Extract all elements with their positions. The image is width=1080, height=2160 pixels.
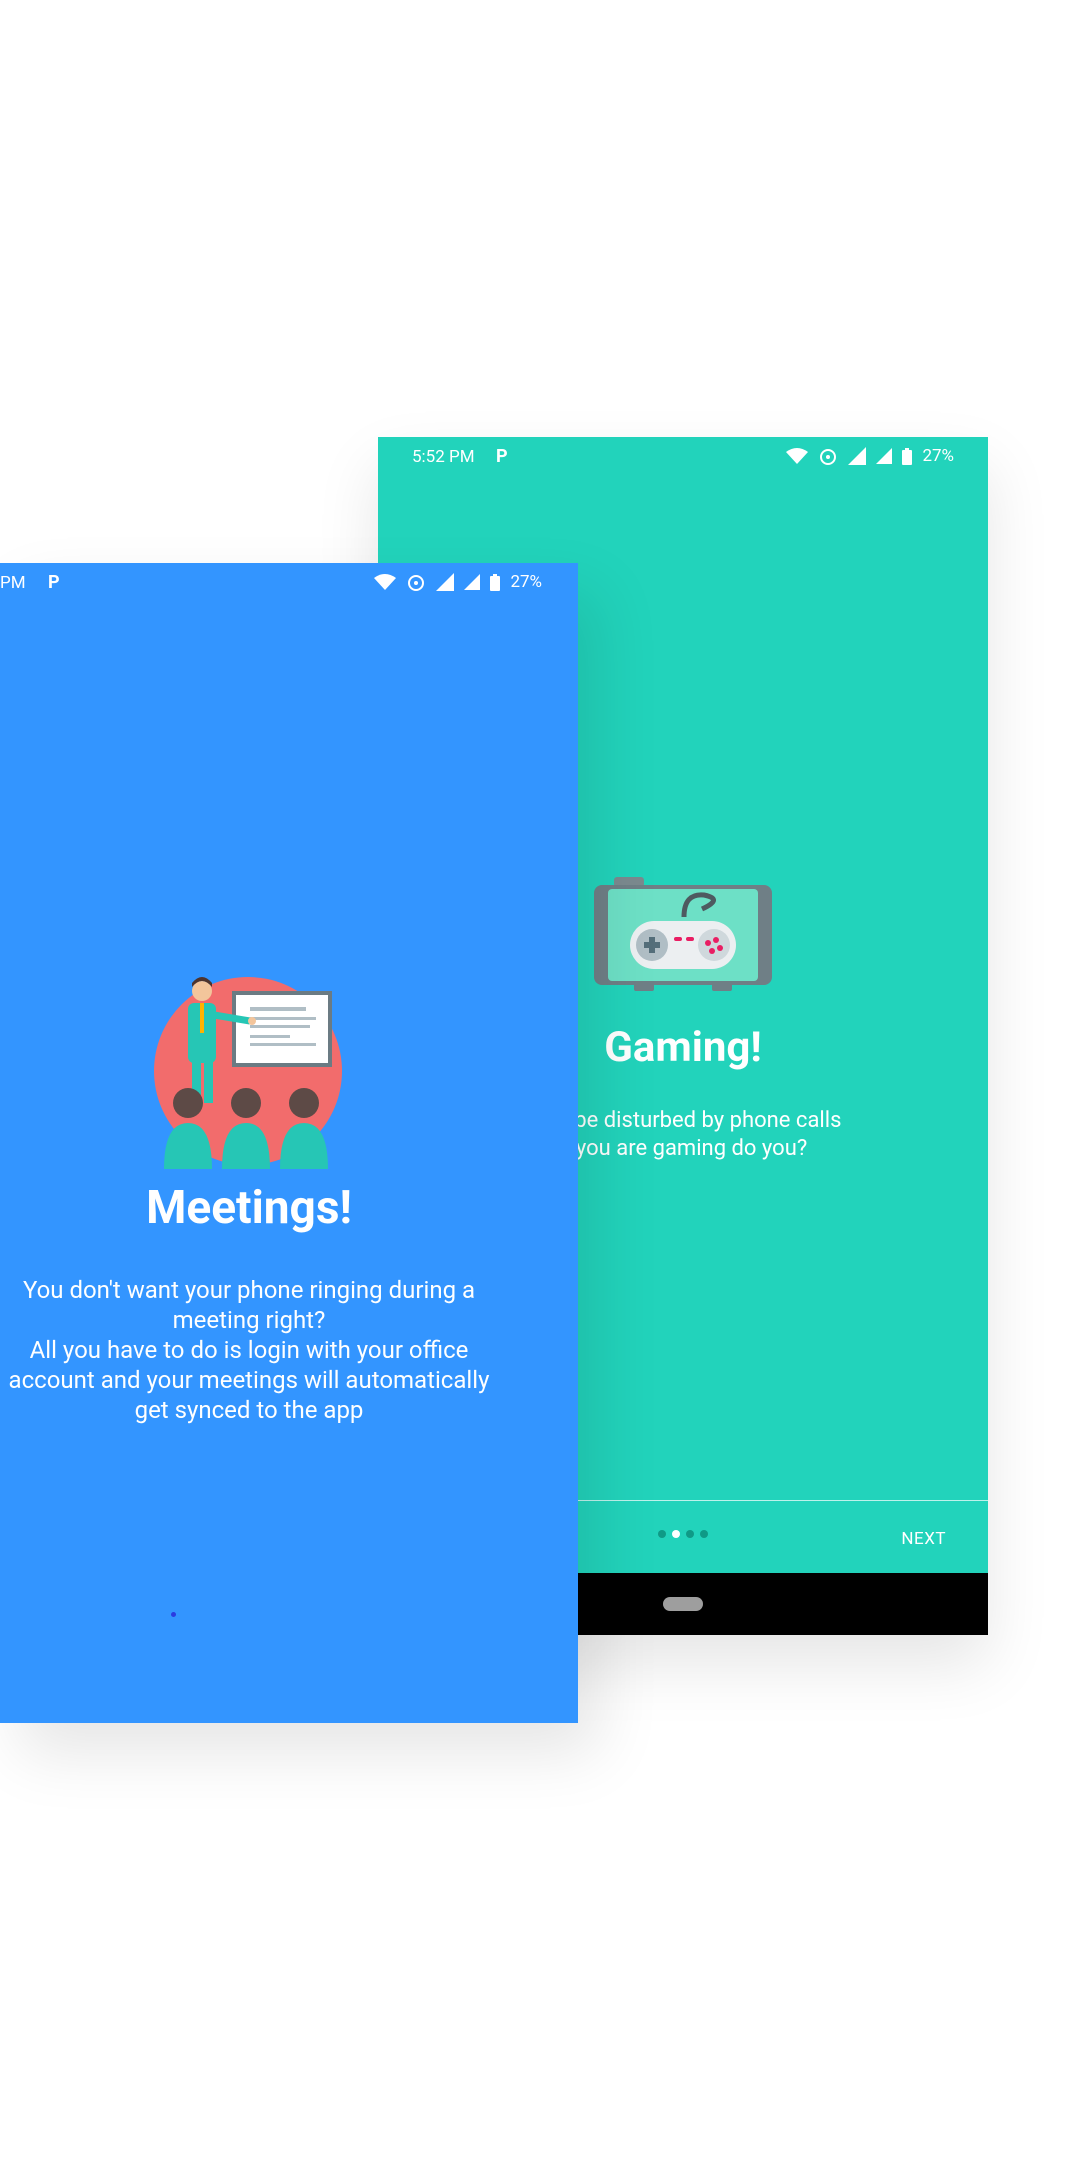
parking-app-icon: P — [48, 572, 60, 593]
page-indicator — [658, 1530, 708, 1538]
signal-icon — [436, 573, 455, 591]
battery-icon — [902, 447, 913, 465]
page-dot[interactable] — [700, 1530, 708, 1538]
description-line: account and your meetings will automatic… — [8, 1366, 490, 1394]
onboarding-description: You don't want your phone ringing during… — [0, 1275, 498, 1425]
parking-app-icon: P — [496, 446, 508, 467]
description-line: You don't want your phone ringing during… — [22, 1276, 476, 1304]
description-line: meeting right? — [172, 1306, 326, 1334]
page-dot — [171, 1612, 176, 1617]
battery-percentage: 27% — [510, 572, 542, 592]
hotspot-icon — [820, 449, 837, 465]
page-dot[interactable] — [658, 1530, 666, 1538]
page-dot[interactable] — [686, 1530, 694, 1538]
wifi-icon — [374, 574, 397, 590]
signal-icon — [848, 447, 867, 465]
signal-icon-2 — [464, 574, 481, 590]
hotspot-icon — [408, 575, 425, 591]
description-line: get synced to the app — [134, 1396, 364, 1424]
next-button[interactable]: NEXT — [901, 1529, 946, 1549]
onboarding-title: Meetings! — [146, 1181, 352, 1235]
description-line: All you have to do is login with your of… — [29, 1336, 469, 1364]
wifi-icon — [786, 448, 809, 464]
status-bar: PM P 27% — [0, 563, 578, 603]
battery-percentage: 27% — [922, 446, 954, 466]
status-icons: 27% — [374, 572, 542, 592]
status-time: 5:52 PM — [412, 447, 475, 467]
home-button[interactable] — [663, 1597, 703, 1611]
status-icons: 27% — [786, 446, 954, 466]
presentation-meeting-icon — [150, 973, 346, 1173]
meetings-onboarding-screen: PM P 27% Meetings! You don't want your p… — [0, 563, 578, 1723]
signal-icon-2 — [876, 448, 893, 464]
battery-icon — [490, 573, 501, 591]
gamepad-icon — [594, 877, 772, 999]
page-dot-active[interactable] — [672, 1530, 680, 1538]
status-bar: 5:52 PM P 27% — [378, 437, 988, 477]
status-time: PM — [0, 573, 26, 593]
